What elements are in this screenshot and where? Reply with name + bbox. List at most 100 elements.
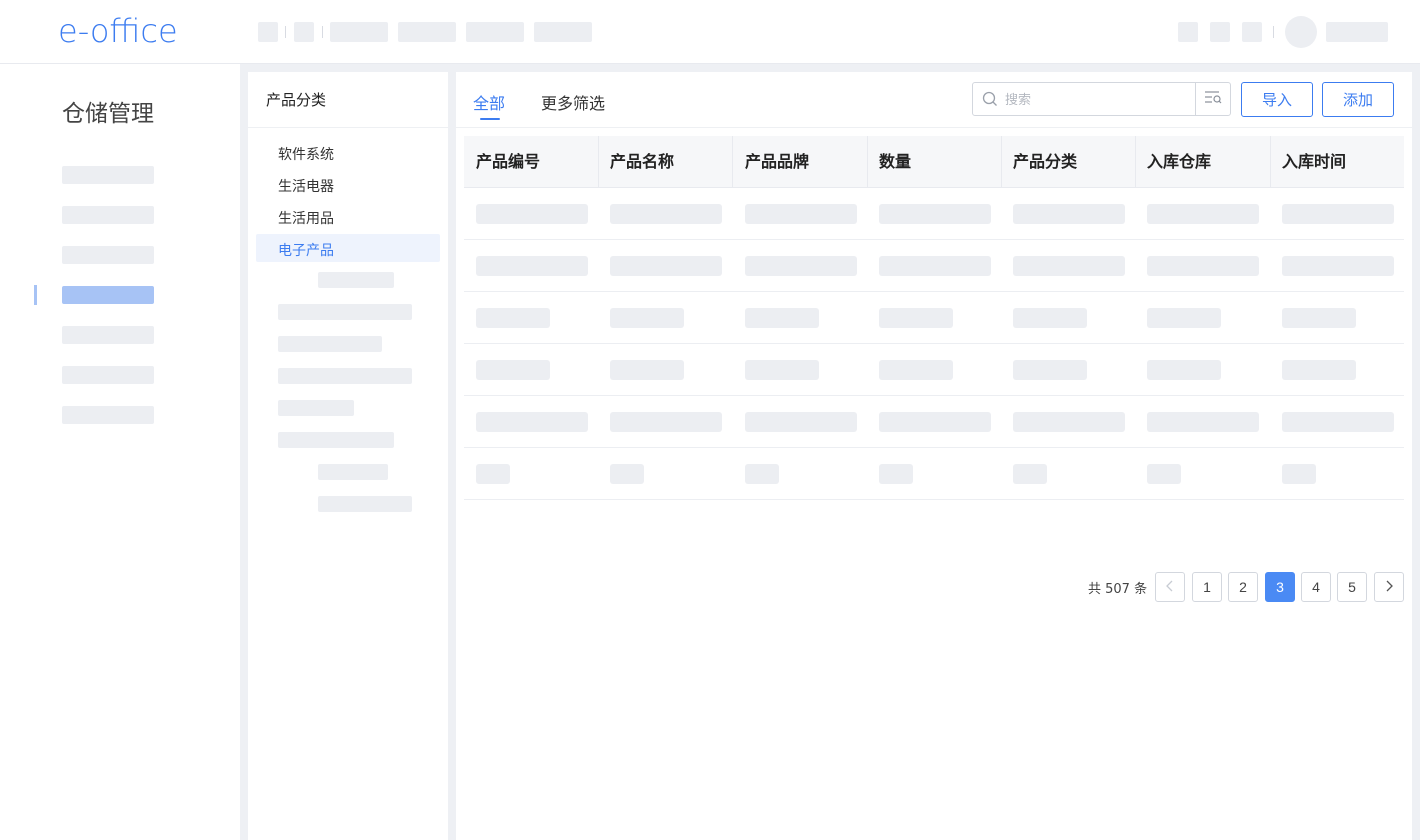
table-row[interactable] xyxy=(464,448,1404,500)
divider xyxy=(322,26,323,38)
cell-placeholder xyxy=(610,360,684,380)
sidebar-item[interactable] xyxy=(62,366,154,384)
cell-placeholder xyxy=(610,204,722,224)
cell-placeholder xyxy=(610,464,644,484)
cell-placeholder xyxy=(879,360,953,380)
tab-all[interactable]: 全部 xyxy=(473,90,505,114)
add-button[interactable]: 添加 xyxy=(1322,82,1394,117)
header-action-placeholder[interactable] xyxy=(1242,22,1262,42)
sidebar-item-active[interactable] xyxy=(62,286,154,304)
cell-placeholder xyxy=(1013,204,1125,224)
table-row[interactable] xyxy=(464,344,1404,396)
import-button[interactable]: 导入 xyxy=(1241,82,1313,117)
sidebar-item[interactable] xyxy=(62,206,154,224)
cell-placeholder xyxy=(1013,360,1087,380)
cell-placeholder xyxy=(745,464,779,484)
table-row[interactable] xyxy=(464,240,1404,292)
header-menu-placeholder[interactable] xyxy=(330,22,388,42)
header-menu-placeholder[interactable] xyxy=(466,22,524,42)
sidebar-item[interactable] xyxy=(62,406,154,424)
subcategory-placeholder[interactable] xyxy=(278,304,412,320)
sidebar-item[interactable] xyxy=(62,166,154,184)
main-panel: 全部 更多筛选 导入 添加 产品编号 产品名称 产品品牌 数量 产品分类 入库仓… xyxy=(456,72,1412,840)
cell-placeholder xyxy=(1147,204,1259,224)
cell-placeholder xyxy=(476,204,588,224)
table-row[interactable] xyxy=(464,396,1404,448)
sidebar-item[interactable] xyxy=(62,326,154,344)
cell-placeholder xyxy=(476,256,588,276)
subcategory-placeholder[interactable] xyxy=(278,368,412,384)
cell-placeholder xyxy=(879,256,991,276)
table-header: 产品编号 产品名称 产品品牌 数量 产品分类 入库仓库 入库时间 xyxy=(464,136,1404,188)
cell-placeholder xyxy=(1282,464,1316,484)
header-menu-placeholder[interactable] xyxy=(294,22,314,42)
header-action-placeholder[interactable] xyxy=(1210,22,1230,42)
subcategory-placeholder[interactable] xyxy=(278,400,354,416)
cell-placeholder xyxy=(745,412,857,432)
cell-placeholder xyxy=(476,464,510,484)
table-row[interactable] xyxy=(464,292,1404,344)
search-input[interactable] xyxy=(1005,83,1190,115)
column-header[interactable]: 入库仓库 xyxy=(1135,136,1269,188)
category-item[interactable]: 生活用品 xyxy=(278,208,334,228)
cell-placeholder xyxy=(745,256,857,276)
cell-placeholder xyxy=(1013,464,1047,484)
pagination-page[interactable]: 2 xyxy=(1228,572,1258,602)
tab-bar: 全部 更多筛选 导入 添加 xyxy=(456,72,1412,128)
divider xyxy=(285,26,286,38)
pagination-page[interactable]: 4 xyxy=(1301,572,1331,602)
cell-placeholder xyxy=(1282,204,1394,224)
cell-placeholder xyxy=(476,412,588,432)
column-header[interactable]: 产品品牌 xyxy=(733,136,867,188)
top-header: e-office xyxy=(0,0,1420,64)
cell-placeholder xyxy=(1147,464,1181,484)
cell-placeholder xyxy=(745,360,819,380)
app-logo[interactable]: e-office xyxy=(58,12,178,50)
category-item[interactable]: 生活电器 xyxy=(278,176,334,196)
module-title: 仓储管理 xyxy=(62,101,154,127)
cell-placeholder xyxy=(476,360,550,380)
cell-placeholder xyxy=(879,204,991,224)
cell-placeholder xyxy=(1013,412,1125,432)
column-header[interactable]: 产品名称 xyxy=(598,136,732,188)
username-placeholder[interactable] xyxy=(1326,22,1388,42)
header-action-placeholder[interactable] xyxy=(1178,22,1198,42)
tab-more-filters[interactable]: 更多筛选 xyxy=(541,90,605,114)
pagination-page-current[interactable]: 3 xyxy=(1265,572,1295,602)
sidebar-item[interactable] xyxy=(62,246,154,264)
subcategory-placeholder[interactable] xyxy=(278,336,382,352)
pagination-next-button[interactable] xyxy=(1374,572,1404,602)
chevron-right-icon xyxy=(1384,579,1394,595)
cell-placeholder xyxy=(745,308,819,328)
header-menu-placeholder[interactable] xyxy=(534,22,592,42)
subcategory-placeholder[interactable] xyxy=(318,496,412,512)
filter-button[interactable] xyxy=(1195,82,1231,116)
cell-placeholder xyxy=(879,464,913,484)
header-menu-placeholder[interactable] xyxy=(398,22,456,42)
cell-placeholder xyxy=(879,308,953,328)
pagination-page[interactable]: 1 xyxy=(1192,572,1222,602)
header-menu-placeholder[interactable] xyxy=(258,22,278,42)
column-header[interactable]: 数量 xyxy=(867,136,1001,188)
tab-active-underline xyxy=(480,118,500,120)
category-item[interactable]: 软件系统 xyxy=(278,144,334,164)
cell-placeholder xyxy=(1147,412,1259,432)
cell-placeholder xyxy=(1147,360,1221,380)
search-box xyxy=(972,82,1196,116)
pagination-prev-button[interactable] xyxy=(1155,572,1185,602)
pagination-page[interactable]: 5 xyxy=(1337,572,1367,602)
cell-placeholder xyxy=(1282,256,1394,276)
cell-placeholder xyxy=(1013,308,1087,328)
cell-placeholder xyxy=(1282,412,1394,432)
table-row[interactable] xyxy=(464,188,1404,240)
cell-placeholder xyxy=(610,308,684,328)
subcategory-placeholder[interactable] xyxy=(318,464,388,480)
divider xyxy=(1273,26,1274,38)
avatar[interactable] xyxy=(1285,16,1317,48)
category-item-active[interactable]: 电子产品 xyxy=(278,240,334,260)
column-header[interactable]: 入库时间 xyxy=(1270,136,1404,188)
subcategory-placeholder[interactable] xyxy=(318,272,394,288)
column-header[interactable]: 产品分类 xyxy=(1001,136,1135,188)
column-header[interactable]: 产品编号 xyxy=(464,136,598,188)
subcategory-placeholder[interactable] xyxy=(278,432,394,448)
